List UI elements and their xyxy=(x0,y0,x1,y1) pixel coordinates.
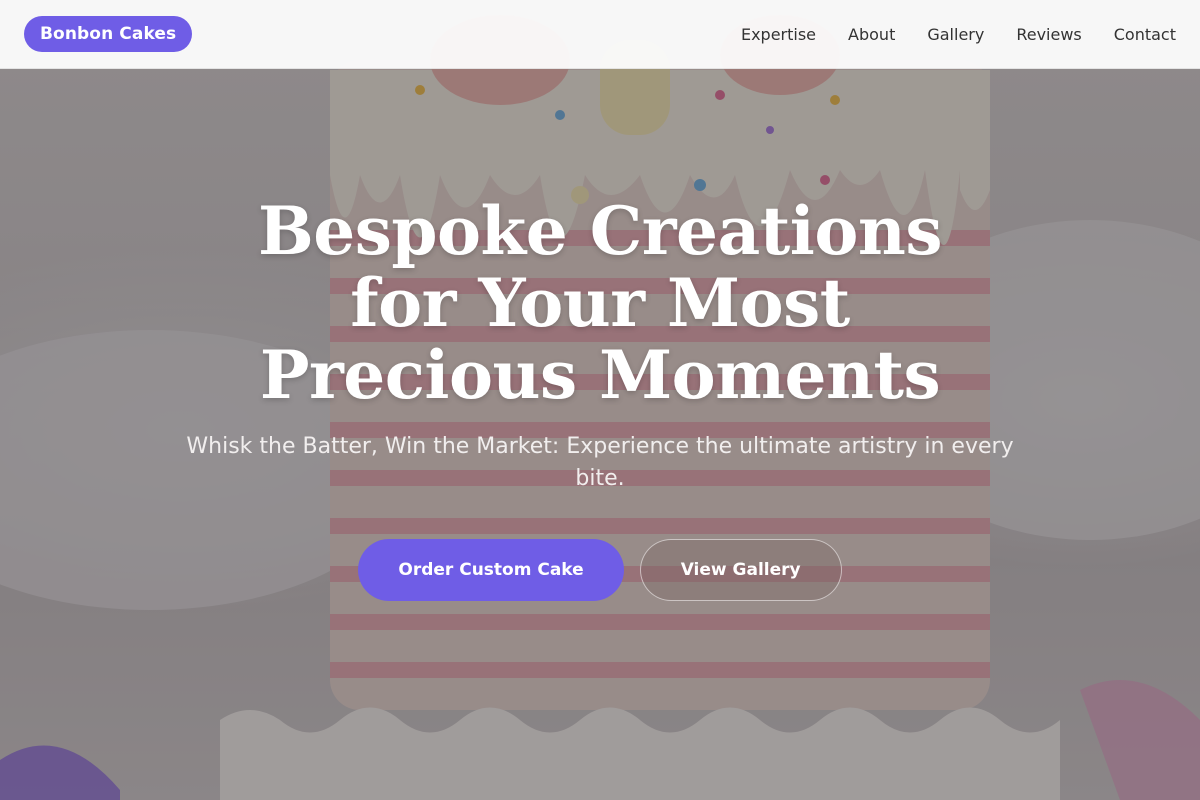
nav-links: Expertise About Gallery Reviews Contact xyxy=(741,25,1176,44)
order-custom-cake-button[interactable]: Order Custom Cake xyxy=(358,539,624,601)
brand-logo[interactable]: Bonbon Cakes xyxy=(24,16,193,52)
top-navbar: Bonbon Cakes Expertise About Gallery Rev… xyxy=(0,0,1200,69)
hero-content: Bespoke Creations for Your Most Precious… xyxy=(0,195,1200,601)
nav-link-reviews[interactable]: Reviews xyxy=(1016,25,1081,44)
hero-title: Bespoke Creations for Your Most Precious… xyxy=(257,192,943,414)
nav-link-expertise[interactable]: Expertise xyxy=(741,25,816,44)
hero-subtitle: Whisk the Batter, Win the Market: Experi… xyxy=(186,434,1014,491)
nav-link-about[interactable]: About xyxy=(848,25,895,44)
nav-link-contact[interactable]: Contact xyxy=(1114,25,1176,44)
cta-row: Order Custom Cake View Gallery xyxy=(0,539,1200,601)
nav-link-gallery[interactable]: Gallery xyxy=(927,25,984,44)
view-gallery-button[interactable]: View Gallery xyxy=(639,539,842,601)
